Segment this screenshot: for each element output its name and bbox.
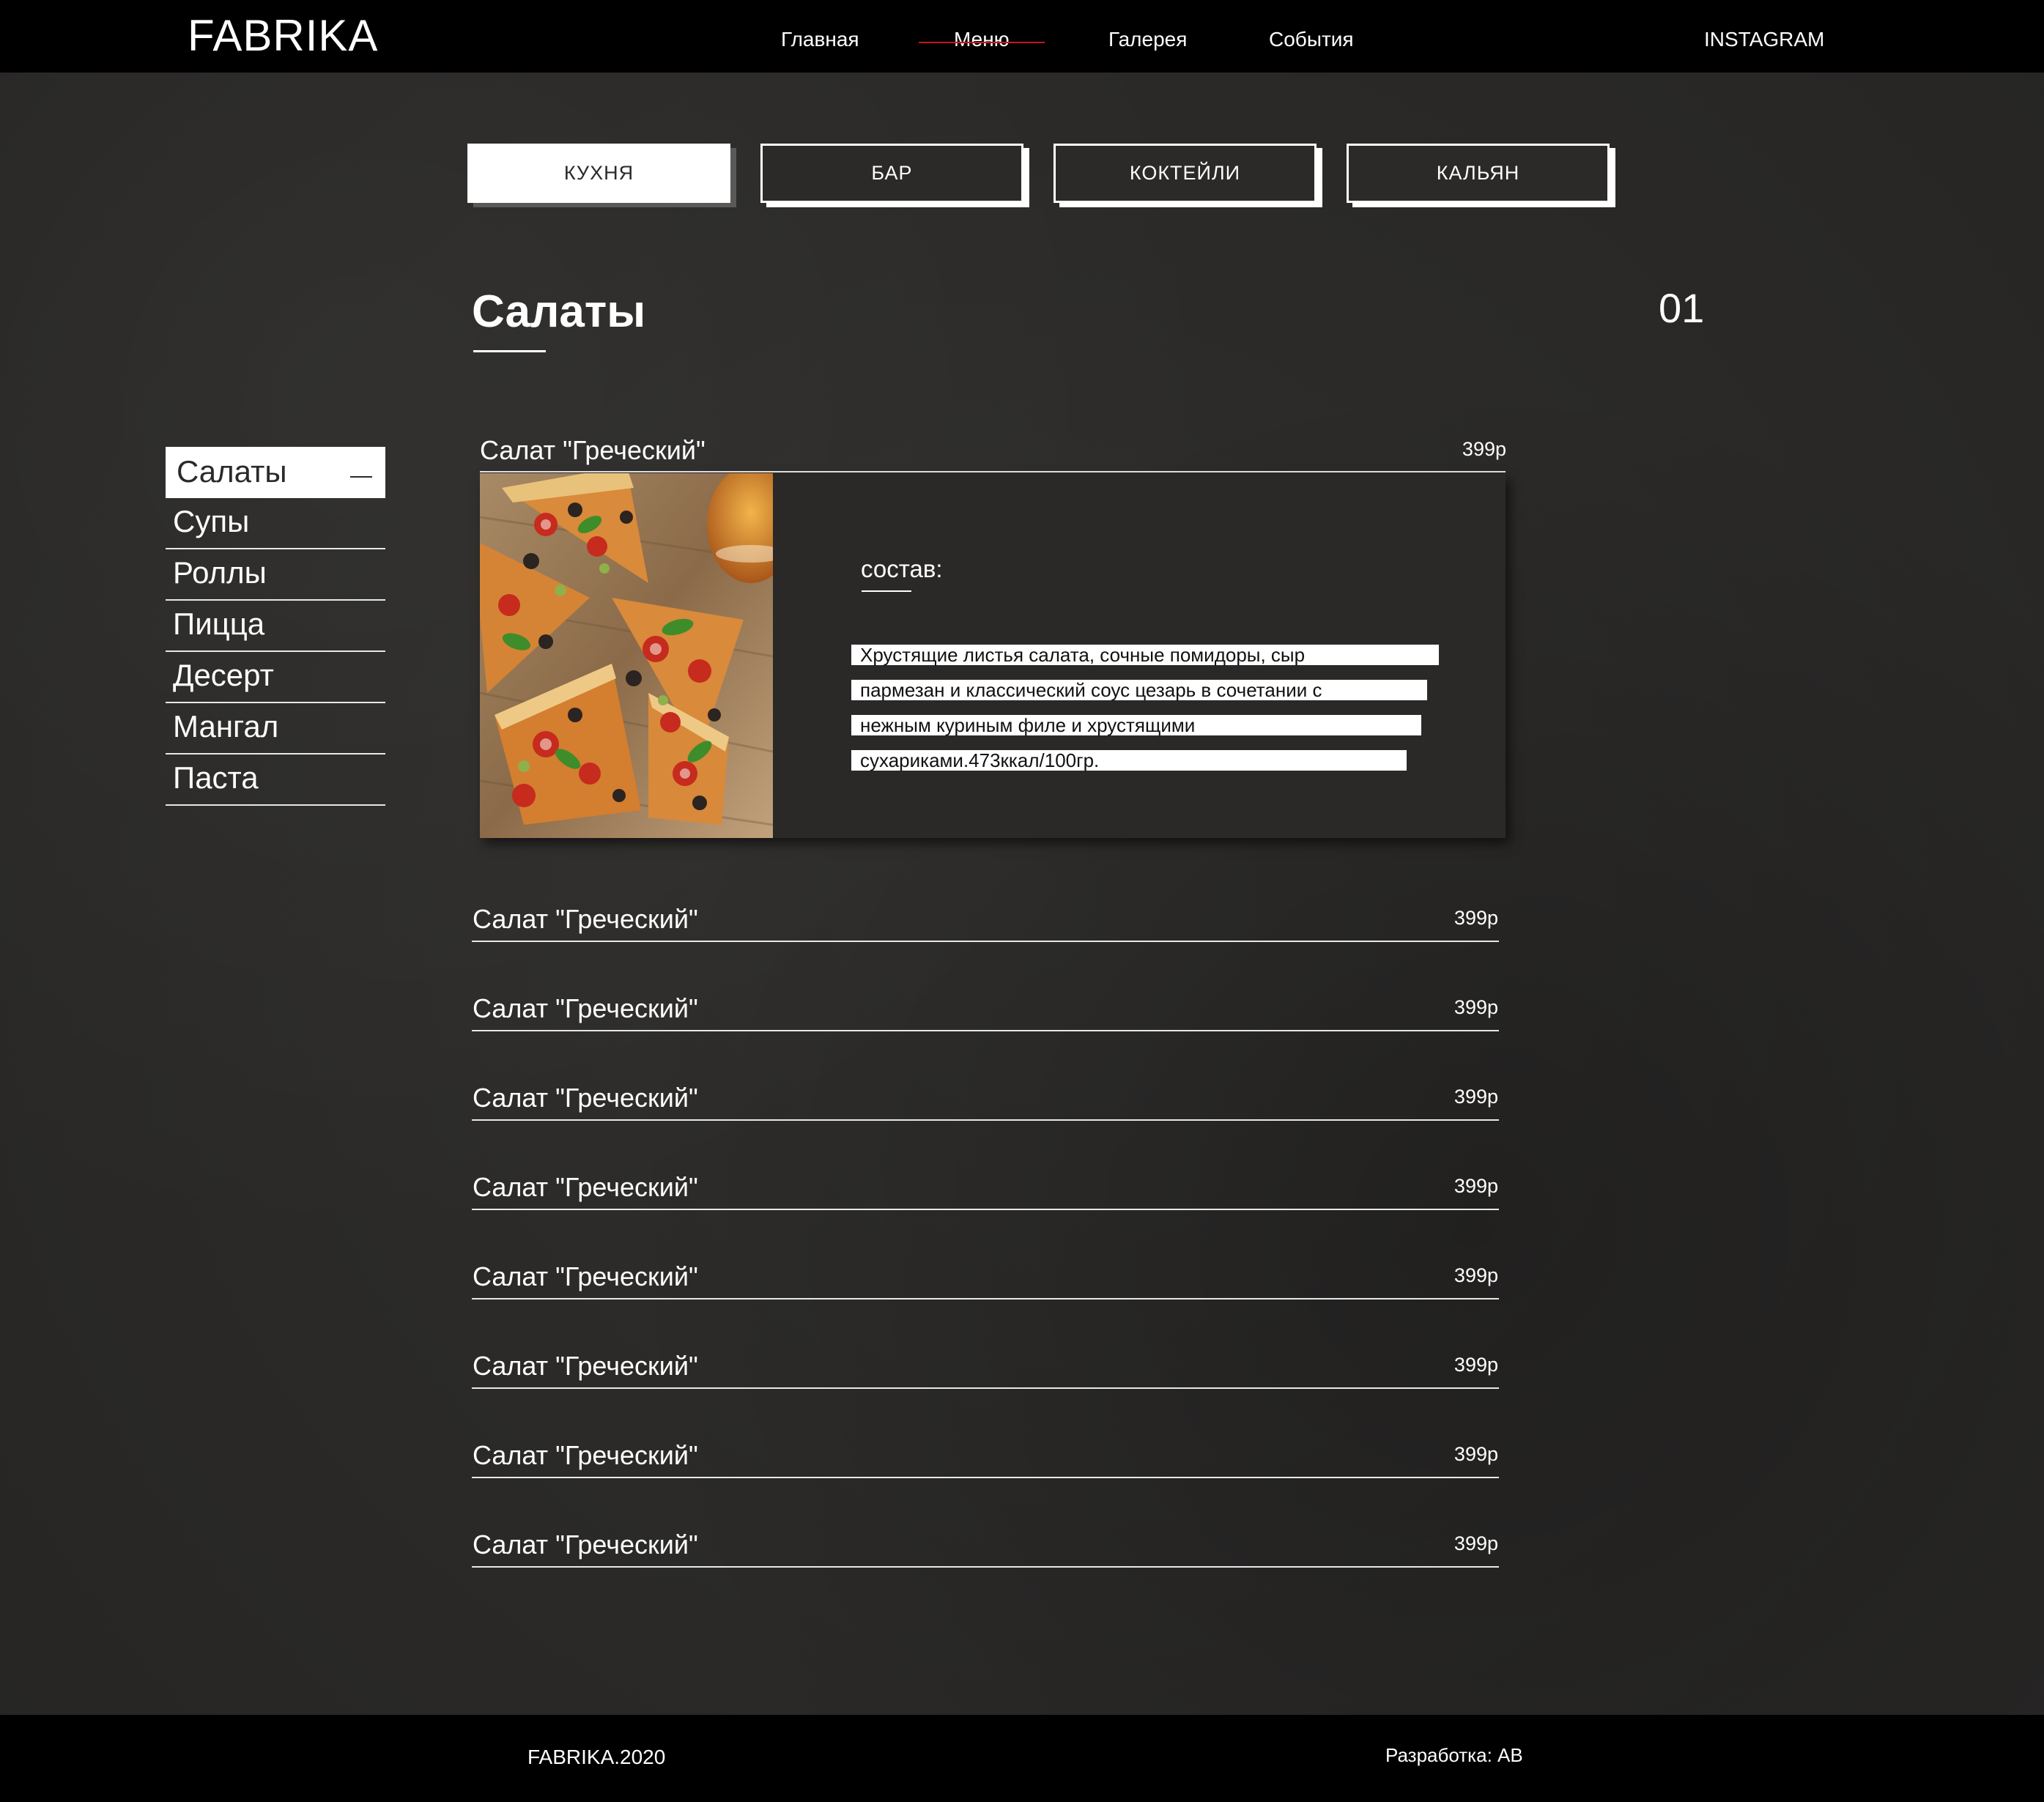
tab-hookah[interactable]: КАЛЬЯН — [1347, 144, 1610, 203]
sidebar-item-soups[interactable]: Супы — [166, 498, 385, 549]
sidebar-item-label: Мангал — [173, 709, 279, 744]
tab-kitchen[interactable]: КУХНЯ — [467, 144, 730, 203]
description-line: Хрустящие листья салата, сочные помидоры… — [851, 645, 1439, 665]
logo[interactable]: FABRIKA — [188, 10, 378, 61]
featured-item-price: 399р — [1462, 438, 1506, 460]
footer: FABRIKA.2020 Разработка: АВ — [0, 1715, 2044, 1802]
sidebar-item-label: Салаты — [177, 454, 287, 489]
sidebar-item-pizza[interactable]: Пицца — [166, 601, 385, 652]
menu-item-name: Салат "Греческий" — [473, 1530, 698, 1560]
sidebar-item-pasta[interactable]: Паста — [166, 754, 385, 806]
sidebar-item-label: Супы — [173, 504, 250, 538]
menu-item[interactable]: Салат "Греческий" 399р — [472, 1159, 1499, 1210]
dish-photo — [480, 473, 773, 838]
tab-bar[interactable]: БАР — [760, 144, 1023, 203]
tab-label: КОКТЕЙЛИ — [1129, 162, 1241, 184]
section-title-underline — [473, 350, 546, 352]
sidebar-item-label: Десерт — [173, 658, 274, 692]
menu-item-price: 399р — [1454, 1354, 1498, 1376]
collapse-dash-icon — [350, 476, 372, 478]
menu-item[interactable]: Салат "Греческий" 399р — [472, 1516, 1499, 1568]
menu-item-price: 399р — [1454, 1175, 1498, 1197]
section-number: 01 — [1659, 285, 1705, 331]
menu-item[interactable]: Салат "Греческий" 399р — [472, 1427, 1499, 1478]
menu-item[interactable]: Салат "Греческий" 399р — [472, 1069, 1499, 1121]
tab-label: КУХНЯ — [563, 162, 634, 184]
nav-menu[interactable]: Меню — [919, 28, 1045, 51]
menu-item-name: Салат "Греческий" — [473, 904, 698, 934]
featured-item-divider — [480, 471, 1506, 472]
menu-item-name: Салат "Греческий" — [473, 1083, 698, 1113]
sidebar-item-grill[interactable]: Мангал — [166, 703, 385, 754]
instagram-link[interactable]: INSTAGRAM — [1704, 28, 1824, 51]
nav-events[interactable]: События — [1269, 28, 1354, 51]
menu-item-price: 399р — [1454, 1264, 1498, 1286]
tab-cocktails[interactable]: КОКТЕЙЛИ — [1054, 144, 1317, 203]
menu-item-price: 399р — [1454, 996, 1498, 1018]
description-line: сухариками.473ккал/100гр. — [851, 750, 1407, 771]
menu-item-price: 399р — [1454, 1532, 1498, 1554]
menu-item[interactable]: Салат "Греческий" 399р — [472, 980, 1499, 1031]
nav-home[interactable]: Главная — [781, 28, 859, 51]
tab-label: БАР — [871, 162, 913, 184]
description-line: пармезан и классический соус цезарь в со… — [851, 680, 1427, 700]
sidebar-item-salads[interactable]: Салаты — [166, 447, 385, 498]
top-navbar: FABRIKA Главная Меню Галерея События INS… — [0, 0, 2044, 73]
section-title: Салаты — [472, 286, 646, 337]
menu-item-name: Салат "Греческий" — [473, 1351, 698, 1381]
nav-gallery[interactable]: Галерея — [1108, 28, 1187, 51]
menu-item[interactable]: Салат "Греческий" 399р — [472, 1338, 1499, 1389]
menu-item[interactable]: Салат "Греческий" 399р — [472, 891, 1499, 942]
item-detail-card: состав: Хрустящие листья салата, сочные … — [480, 473, 1506, 838]
menu-item-name: Салат "Греческий" — [473, 993, 698, 1023]
sidebar-item-label: Пицца — [173, 607, 265, 641]
menu-item-name: Салат "Греческий" — [473, 1172, 698, 1202]
menu-item-price: 399р — [1454, 907, 1498, 929]
composition-label: состав: — [861, 555, 943, 582]
menu-item[interactable]: Салат "Греческий" 399р — [472, 1248, 1499, 1299]
tab-label: КАЛЬЯН — [1436, 162, 1520, 184]
featured-item-name[interactable]: Салат "Греческий" — [480, 435, 706, 466]
sidebar-item-rolls[interactable]: Роллы — [166, 549, 385, 601]
menu-item-name: Салат "Греческий" — [473, 1261, 698, 1291]
menu-item-name: Салат "Греческий" — [473, 1440, 698, 1470]
description-line: нежным куриным филе и хрустящими — [851, 715, 1421, 735]
composition-underline — [862, 590, 911, 592]
menu-item-price: 399р — [1454, 1086, 1498, 1108]
sidebar-item-label: Роллы — [173, 555, 267, 590]
menu-item-price: 399р — [1454, 1443, 1498, 1465]
sidebar-item-dessert[interactable]: Десерт — [166, 652, 385, 703]
sidebar-item-label: Паста — [173, 760, 259, 795]
footer-developer-credit: Разработка: АВ — [1385, 1744, 1523, 1766]
footer-copyright: FABRIKA.2020 — [527, 1746, 666, 1768]
